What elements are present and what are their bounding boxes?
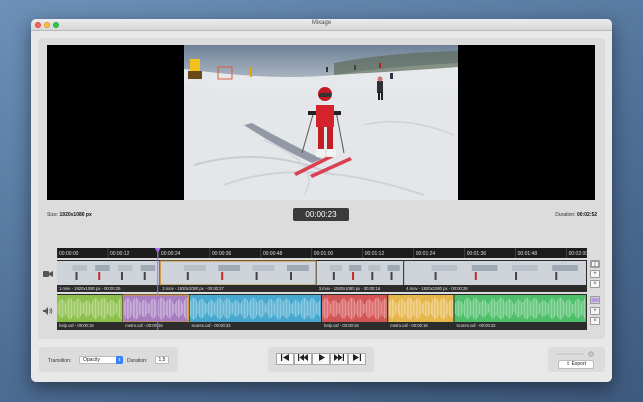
video-thumbnail-detail (95, 265, 110, 271)
audio-clip-label: scores.caf - 00:00:32 (457, 323, 497, 328)
video-thumbnail-detail (431, 265, 458, 271)
video-track-remove-button[interactable]: × (590, 280, 600, 288)
video-thumbnail-figure (221, 272, 224, 280)
ruler-tick-label: 00:01:24 (416, 251, 436, 257)
play-button[interactable] (312, 353, 330, 365)
video-duration-info: Duration: 00:02:52 (555, 212, 597, 218)
window-title: Mixage (311, 20, 332, 26)
video-track-add-button[interactable]: + (590, 270, 600, 278)
video-camera-icon (43, 270, 53, 280)
video-clip-thumbnail[interactable] (316, 261, 404, 285)
video-thumbnail-figure (75, 272, 78, 280)
audio-track-color-button[interactable] (590, 296, 600, 304)
ruler-tick-label: 00:01:00 (314, 251, 334, 257)
video-clip-thumbnail[interactable] (404, 261, 586, 285)
video-thumbnail-detail (183, 265, 206, 271)
video-frame (184, 45, 458, 200)
duration-label: Duration: (555, 212, 576, 218)
video-clip-label: 4.mov - 1920x1080 px - 00:00:28 (406, 286, 468, 291)
video-thumbnail-figure (515, 272, 518, 280)
video-thumbnail-detail (349, 265, 362, 271)
duration-value: 00:02:52 (576, 212, 597, 218)
video-thumbnail-detail (329, 265, 343, 271)
ruler-tick-label: 00:00:00 (59, 251, 79, 257)
size-value: 1920x1080 px (59, 212, 92, 218)
ruler-tick-label: 00:00:36 (212, 251, 232, 257)
video-thumbnail-detail (471, 265, 498, 271)
transition-select[interactable]: Opacity ⇕ (79, 356, 123, 364)
video-thumbnail-detail (286, 265, 309, 271)
rewind-icon (298, 354, 308, 361)
video-thumbnail-figure (255, 272, 258, 280)
video-track-split-button[interactable] (590, 260, 600, 268)
speaker-icon (43, 307, 53, 317)
audio-track-add-button[interactable]: + (590, 307, 600, 315)
video-thumbnail-figure (120, 272, 123, 280)
export-label: Export (571, 361, 587, 367)
video-thumbnail-detail (512, 265, 538, 271)
ski-scene-image (184, 45, 458, 200)
video-thumbnail-detail (117, 265, 133, 271)
video-size-info: Size: 1920x1080 px (47, 212, 92, 218)
video-thumbnail-figure (289, 272, 292, 280)
video-thumbnail-figure (143, 272, 146, 280)
go-to-start-button[interactable] (276, 353, 294, 365)
video-thumbnail-figure (98, 272, 101, 280)
ruler-tick-label: 00:01:36 (467, 251, 487, 257)
video-thumbnail-figure (352, 272, 355, 280)
video-thumbnail-detail (218, 265, 241, 271)
play-icon (318, 354, 325, 361)
ruler-tick-label: 00:01:12 (365, 251, 385, 257)
audio-clip-label: metro.caf - 00:00:16 (390, 323, 428, 328)
video-preview (47, 45, 595, 200)
audio-clip-label: scores.caf - 00:00:32 (192, 323, 232, 328)
video-thumbnail-detail (387, 265, 400, 271)
next-clip-button[interactable] (330, 353, 348, 365)
timeline[interactable]: 00:00:00 00:00:12 00:00:24 00:00:36 00:00:48… (57, 248, 587, 330)
video-thumbnail-figure (434, 272, 437, 280)
video-clip-label: 1.mov - 1920x1080 px - 00:00:25 (59, 286, 121, 291)
export-button[interactable]: ⇪ Export (558, 360, 594, 369)
video-thumbnail-detail (72, 265, 87, 271)
video-clip-label: 2.mov - 1920x1080 px - 00:00:37 (162, 286, 224, 291)
audio-track-remove-button[interactable]: × (590, 317, 600, 325)
transition-label: Transition: (48, 358, 72, 364)
skip-end-icon (353, 354, 361, 361)
cancel-export-icon[interactable]: × (588, 351, 594, 357)
video-thumbnail-figure (332, 272, 335, 280)
ruler-tick-label: 00:00:24 (161, 251, 181, 257)
title-bar: Mixage (31, 19, 612, 31)
transition-value: Opacity (83, 357, 100, 363)
video-clip-label: 3.mov - 1920x1080 px - 00:00:16 (319, 286, 381, 291)
video-thumbnail-figure (474, 272, 477, 280)
previous-clip-button[interactable] (294, 353, 312, 365)
transition-duration-label: Duration: (127, 358, 148, 364)
video-thumbnail-detail (252, 265, 275, 271)
transition-duration-field[interactable]: 1,5 (155, 356, 169, 364)
ruler-tick-label: 00:02:00 (569, 251, 587, 257)
size-label: Size: (47, 212, 59, 218)
app-window: Mixage Size: 1920x1080 px 00:00:23 Durat… (31, 19, 612, 382)
video-clip-thumbnail[interactable] (159, 260, 317, 286)
fast-forward-icon (334, 354, 344, 361)
select-arrow-icon: ⇕ (116, 356, 123, 364)
video-thumbnail-figure (186, 272, 189, 280)
video-thumbnail-detail (140, 265, 156, 271)
audio-clip-label: help.caf - 00:00:16 (59, 323, 94, 328)
audio-clip-label: help.caf - 00:00:16 (324, 323, 359, 328)
current-timecode: 00:00:23 (293, 208, 349, 221)
export-progress-bar (556, 353, 584, 355)
video-thumbnail-detail (368, 265, 381, 271)
ruler-tick-label: 00:01:48 (518, 251, 538, 257)
ruler-tick-label: 00:00:48 (263, 251, 283, 257)
skip-start-icon (281, 354, 289, 361)
video-thumbnail-detail (552, 265, 578, 271)
video-thumbnail-figure (390, 272, 393, 280)
ruler-tick-label: 00:00:12 (110, 251, 130, 257)
video-thumbnail-figure (371, 272, 374, 280)
video-thumbnail-figure (555, 272, 558, 280)
go-to-end-button[interactable] (348, 353, 366, 365)
